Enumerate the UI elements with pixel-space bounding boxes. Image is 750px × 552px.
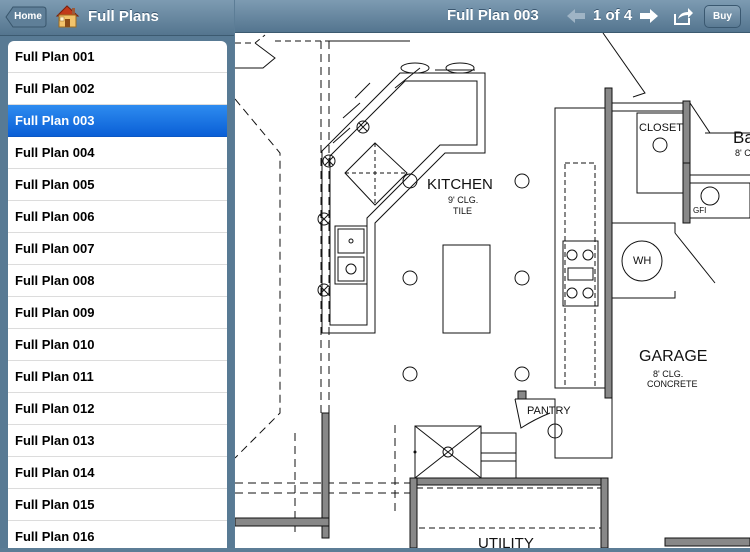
viewer-toolbar: Full Plan 003 1 of 4 Buy <box>235 0 750 33</box>
plan-viewer: Full Plan 003 1 of 4 Buy KITCHEN 9' CLG.… <box>235 0 750 552</box>
list-item[interactable]: Full Plan 016 <box>8 521 227 548</box>
home-button-label: Home <box>14 11 42 22</box>
pantry-label: PANTRY <box>527 405 571 417</box>
list-item[interactable]: Full Plan 015 <box>8 489 227 521</box>
list-item[interactable]: Full Plan 001 <box>8 41 227 73</box>
closet-label: CLOSET <box>639 122 684 134</box>
buy-button[interactable]: Buy <box>704 5 741 28</box>
share-icon[interactable] <box>672 6 694 26</box>
plan-title: Full Plan 003 <box>447 7 539 24</box>
list-item[interactable]: Full Plan 005 <box>8 169 227 201</box>
left-arrow-icon[interactable] <box>566 8 586 24</box>
bath-label: Ba <box>733 128 750 147</box>
list-item[interactable]: Full Plan 006 <box>8 201 227 233</box>
gfi-label: GFI <box>693 206 707 215</box>
house-icon <box>55 5 80 28</box>
garage-label: GARAGE <box>639 348 708 365</box>
list-item[interactable]: Full Plan 004 <box>8 137 227 169</box>
bath-ceiling-label: 8' C <box>735 148 750 158</box>
list-item[interactable]: Full Plan 010 <box>8 329 227 361</box>
water-heater-label: WH <box>633 255 652 267</box>
utility-label: UTILITY <box>478 535 534 552</box>
kitchen-label: KITCHEN <box>427 176 493 193</box>
sidebar: Home Full Plans Full Plan 001 Full Plan … <box>0 0 234 548</box>
sidebar-navigation-bar: Home Full Plans <box>0 0 234 36</box>
list-item[interactable]: Full Plan 013 <box>8 425 227 457</box>
page-indicator: 1 of 4 <box>593 7 633 24</box>
list-item[interactable]: Full Plan 002 <box>8 73 227 105</box>
garage-floor-label: CONCRETE <box>647 379 698 389</box>
kitchen-ceiling-label: 9' CLG. <box>448 195 479 205</box>
list-item[interactable]: Full Plan 009 <box>8 297 227 329</box>
right-arrow-icon[interactable] <box>639 8 659 24</box>
list-item[interactable]: Full Plan 008 <box>8 265 227 297</box>
garage-ceiling-label: 8' CLG. <box>653 369 684 379</box>
home-button[interactable]: Home <box>5 6 47 28</box>
list-item-selected[interactable]: Full Plan 003 <box>8 105 227 137</box>
kitchen-floor-label: TILE <box>453 206 473 216</box>
list-item[interactable]: Full Plan 012 <box>8 393 227 425</box>
list-item[interactable]: Full Plan 014 <box>8 457 227 489</box>
plan-list: Full Plan 001 Full Plan 002 Full Plan 00… <box>8 41 227 548</box>
floor-plan-drawing[interactable] <box>235 33 750 548</box>
sidebar-title: Full Plans <box>88 8 159 25</box>
list-item[interactable]: Full Plan 011 <box>8 361 227 393</box>
list-item[interactable]: Full Plan 007 <box>8 233 227 265</box>
